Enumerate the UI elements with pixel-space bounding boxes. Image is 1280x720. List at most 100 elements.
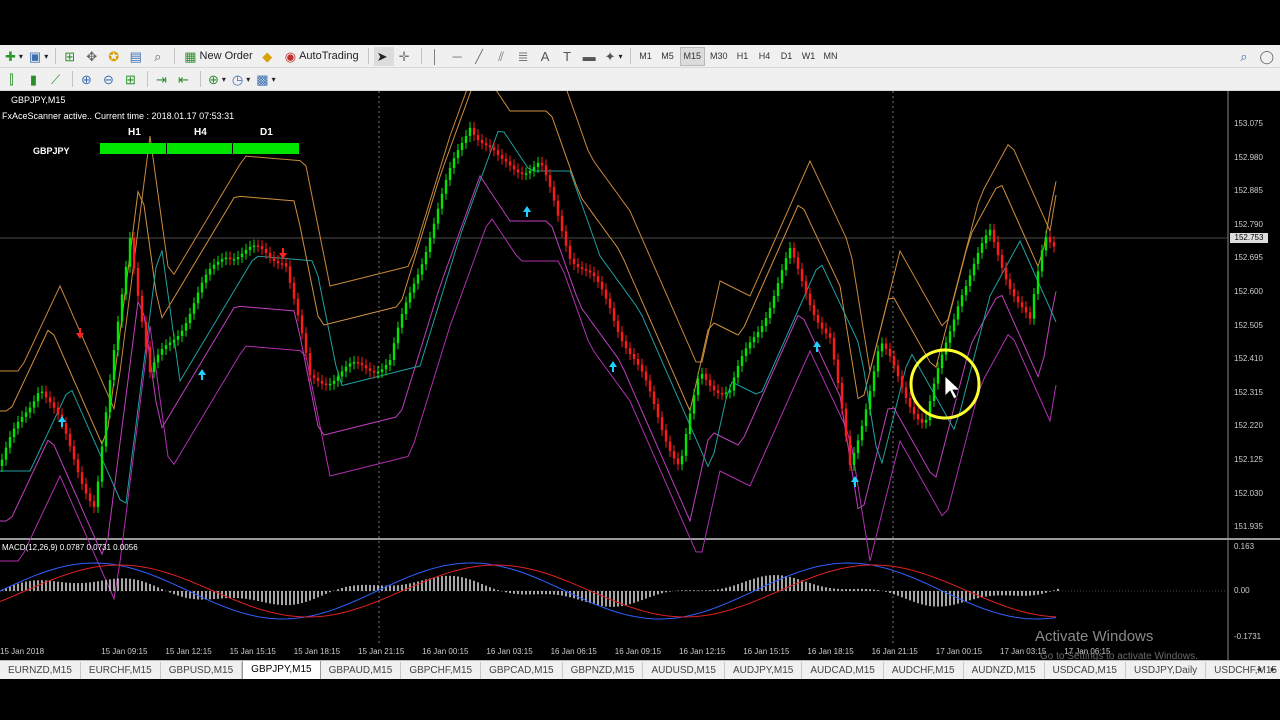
candle-body: [832, 337, 836, 360]
candle-body: [988, 229, 992, 236]
separator: [72, 71, 73, 87]
chart-tab[interactable]: GBPAUD,M15: [321, 662, 402, 679]
chart-tab[interactable]: AUDNZD,M15: [964, 662, 1045, 679]
text-label-button[interactable]: T: [559, 47, 579, 66]
crosshair-icon: ✥: [86, 48, 98, 64]
market-watch-button[interactable]: ⊞: [61, 47, 81, 66]
chart-tab[interactable]: GBPJPY,M15: [242, 661, 321, 679]
new-chart-button[interactable]: ✚ ▾: [3, 47, 25, 66]
chart-tab[interactable]: USDJPY,Daily: [1126, 662, 1207, 679]
crosshair-tool-button[interactable]: ✛: [396, 47, 416, 66]
indicators-button[interactable]: ⊕ ▾: [206, 70, 228, 89]
chart-shift-button[interactable]: ⇤: [175, 70, 195, 89]
chart-tab[interactable]: GBPCHF,M15: [401, 662, 482, 679]
timeframe-m1-button[interactable]: M1: [636, 47, 656, 66]
candle-body: [1048, 236, 1052, 243]
candle-body: [168, 342, 172, 346]
data-window-button[interactable]: ✥: [83, 47, 103, 66]
zoom-in-button[interactable]: ⊕: [78, 70, 98, 89]
horizontal-line-button[interactable]: ─: [449, 47, 469, 66]
candle-body: [1044, 236, 1048, 251]
candle-body: [332, 380, 336, 384]
metaeditor-button[interactable]: ◆: [259, 47, 279, 66]
templates-button[interactable]: ▩ ▾: [254, 70, 277, 89]
candle-body: [88, 493, 92, 502]
candle-body: [592, 272, 596, 277]
tab-scroll-right-icon[interactable]: ▸: [1266, 661, 1280, 678]
candle-body: [692, 395, 696, 414]
chart-tab[interactable]: AUDCAD,M15: [802, 662, 884, 679]
chart-tab[interactable]: AUDJPY,M15: [725, 662, 803, 679]
arrows-button[interactable]: ▬: [581, 47, 601, 66]
candle-body: [268, 252, 272, 258]
auto-scroll-button[interactable]: ⇥: [153, 70, 173, 89]
fibonacci-button[interactable]: ≣: [515, 47, 535, 66]
candle-body: [328, 383, 332, 386]
candle-body: [532, 166, 536, 171]
candle-body: [356, 362, 360, 364]
search-button[interactable]: ⌕: [1235, 47, 1255, 66]
autotrading-button[interactable]: ◉ AutoTrading: [281, 47, 363, 66]
chart-tab[interactable]: GBPNZD,M15: [563, 662, 644, 679]
timeframe-w1-button[interactable]: W1: [799, 47, 819, 66]
price-chart-canvas[interactable]: [0, 91, 1280, 660]
candle-body: [632, 353, 636, 360]
trendline-button[interactable]: ╱: [471, 47, 491, 66]
chart-tab[interactable]: EURCHF,M15: [81, 662, 161, 679]
vertical-line-button[interactable]: │: [427, 47, 447, 66]
chart-tab[interactable]: AUDCHF,M15: [884, 662, 964, 679]
candle-body: [980, 243, 984, 253]
candle-body: [384, 365, 388, 370]
chart-window[interactable]: [0, 91, 1280, 660]
chart-tab[interactable]: USDCAD,M15: [1045, 662, 1126, 679]
tile-windows-button[interactable]: ⊞: [122, 70, 142, 89]
current-price-label: 152.753: [1230, 233, 1268, 243]
timeframe-h4-button[interactable]: H4: [755, 47, 775, 66]
new-order-button[interactable]: ▦ New Order: [180, 47, 256, 66]
candle-body: [68, 433, 72, 447]
timeframe-d1-button[interactable]: D1: [777, 47, 797, 66]
candle-body: [576, 264, 580, 268]
zoom-out-button[interactable]: ⊖: [100, 70, 120, 89]
candle-body: [776, 283, 780, 297]
channel-button[interactable]: ⫽: [493, 47, 513, 66]
chart-tab[interactable]: AUDUSD,M15: [643, 662, 725, 679]
chart-tab[interactable]: GBPUSD,M15: [161, 662, 243, 679]
time-tick-label: 16 Jan 15:15: [743, 647, 790, 656]
candle-body: [824, 328, 828, 334]
timeframe-m30-button[interactable]: M30: [707, 47, 731, 66]
candle-body: [984, 235, 988, 244]
crosshair-icon: ✛: [398, 48, 410, 64]
shapes-button[interactable]: ✦ ▾: [603, 47, 625, 66]
chart-tab[interactable]: EURNZD,M15: [0, 662, 81, 679]
strategy-tester-button[interactable]: ⌕: [149, 47, 169, 66]
navigator-button[interactable]: ✪: [105, 47, 125, 66]
periods-button[interactable]: ◷ ▾: [230, 70, 252, 89]
candle-body: [124, 266, 128, 295]
clock-icon: ◷: [231, 71, 244, 87]
candle-body: [240, 253, 244, 258]
candle-body: [992, 229, 996, 243]
bar-chart-button[interactable]: ⫿: [3, 70, 23, 89]
chat-button[interactable]: ◯: [1257, 47, 1279, 66]
candle-body: [1028, 312, 1032, 319]
chart-tab[interactable]: GBPCAD,M15: [481, 662, 563, 679]
cursor-tool-button[interactable]: ➤: [373, 46, 394, 66]
terminal-button[interactable]: ▤: [127, 47, 147, 66]
candle-body: [148, 346, 152, 372]
tab-scroll-left-icon[interactable]: ◂: [1252, 661, 1266, 678]
price-tick-label: 153.075: [1234, 119, 1263, 128]
text-tool-button[interactable]: A: [537, 47, 557, 66]
profiles-button[interactable]: ▣ ▾: [27, 47, 50, 66]
line-chart-button[interactable]: ⟋: [47, 70, 67, 89]
candle-body: [696, 378, 700, 396]
timeframe-m15-button[interactable]: M15: [679, 46, 706, 66]
timeframe-h1-button[interactable]: H1: [733, 47, 753, 66]
candle-body: [220, 259, 224, 262]
timeframe-m5-button[interactable]: M5: [658, 47, 678, 66]
candle-body: [700, 373, 704, 379]
chat-icon: ◯: [1259, 48, 1274, 64]
candlestick-button[interactable]: ▮: [25, 70, 45, 89]
timeframe-mn-button[interactable]: MN: [821, 47, 841, 66]
chart-toolbar: ⫿ ▮ ⟋ ⊕ ⊖ ⊞ ⇥ ⇤ ⊕ ▾ ◷ ▾ ▩ ▾: [0, 68, 1280, 91]
